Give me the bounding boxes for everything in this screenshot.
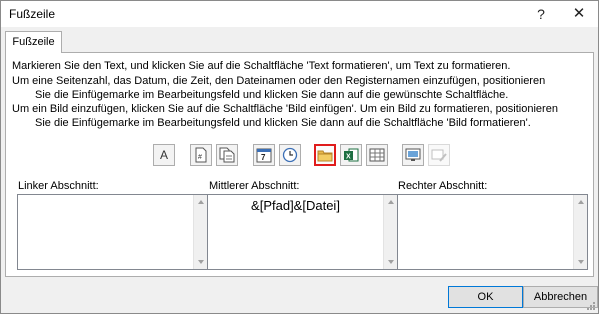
left-section-field[interactable]	[17, 194, 208, 270]
instruction-line-5: Sie die Einfügemarke im Bearbeitungsfeld…	[35, 117, 531, 129]
scroll-down-arrow-icon[interactable]	[578, 260, 584, 264]
instruction-line-2: Um eine Seitenzahl, das Datum, die Zeit,…	[12, 75, 546, 87]
scroll-up-arrow-icon[interactable]	[388, 200, 394, 204]
insert-time-button[interactable]	[279, 144, 301, 166]
svg-text:7: 7	[261, 153, 266, 162]
insert-picture-button[interactable]	[402, 144, 424, 166]
ok-button[interactable]: OK	[448, 286, 523, 308]
instruction-line-1: Markieren Sie den Text, und klicken Sie …	[12, 60, 511, 72]
center-section-scrollbar[interactable]	[383, 195, 397, 269]
right-section-label: Rechter Abschnitt:	[398, 180, 488, 192]
right-section-scrollbar[interactable]	[573, 195, 587, 269]
clock-icon	[282, 147, 298, 163]
scroll-up-arrow-icon[interactable]	[578, 200, 584, 204]
scroll-down-arrow-icon[interactable]	[388, 260, 394, 264]
center-section-field[interactable]: &[Pfad]&[Datei]	[207, 194, 398, 270]
page-count-icon	[219, 147, 235, 163]
insert-file-name-button[interactable]: X	[340, 144, 362, 166]
insert-date-button[interactable]: 7	[253, 144, 275, 166]
instruction-line-4: Um ein Bild einzufügen, klicken Sie auf …	[12, 103, 558, 115]
help-button[interactable]: ?	[523, 1, 559, 27]
format-picture-icon	[431, 149, 447, 162]
left-section-label: Linker Abschnitt:	[18, 180, 99, 192]
insert-file-path-button[interactable]	[314, 144, 336, 166]
svg-text:#: #	[198, 154, 202, 161]
close-button[interactable]: ✕	[561, 1, 597, 27]
page-number-icon: #	[195, 147, 207, 163]
center-section-label: Mittlerer Abschnitt:	[209, 180, 300, 192]
format-picture-button[interactable]	[428, 144, 450, 166]
insert-page-number-button[interactable]: #	[190, 144, 212, 166]
dialog-title: Fußzeile	[9, 7, 56, 21]
resize-grip-icon[interactable]	[586, 301, 596, 311]
insert-page-count-button[interactable]	[216, 144, 238, 166]
insert-sheet-name-button[interactable]	[366, 144, 388, 166]
scroll-up-arrow-icon[interactable]	[198, 200, 204, 204]
left-section-scrollbar[interactable]	[193, 195, 207, 269]
folder-icon	[317, 150, 333, 162]
footer-dialog: Fußzeile ? ✕ Fußzeile Markieren Sie den …	[0, 0, 599, 314]
picture-icon	[405, 148, 421, 161]
center-section-text: &[Pfad]&[Datei]	[251, 198, 340, 213]
instruction-line-3: Sie die Einfügemarke im Bearbeitungsfeld…	[35, 89, 509, 101]
font-a-icon: A	[159, 148, 168, 162]
scroll-down-arrow-icon[interactable]	[198, 260, 204, 264]
right-section-field[interactable]	[397, 194, 588, 270]
calendar-icon: 7	[256, 148, 272, 163]
sheet-grid-icon	[369, 148, 385, 162]
format-text-button[interactable]: A	[153, 144, 175, 166]
tab-fusszeile[interactable]: Fußzeile	[5, 31, 62, 53]
excel-file-icon: X	[344, 148, 359, 162]
svg-text:X: X	[346, 154, 351, 161]
title-bar: Fußzeile ? ✕	[1, 1, 598, 27]
